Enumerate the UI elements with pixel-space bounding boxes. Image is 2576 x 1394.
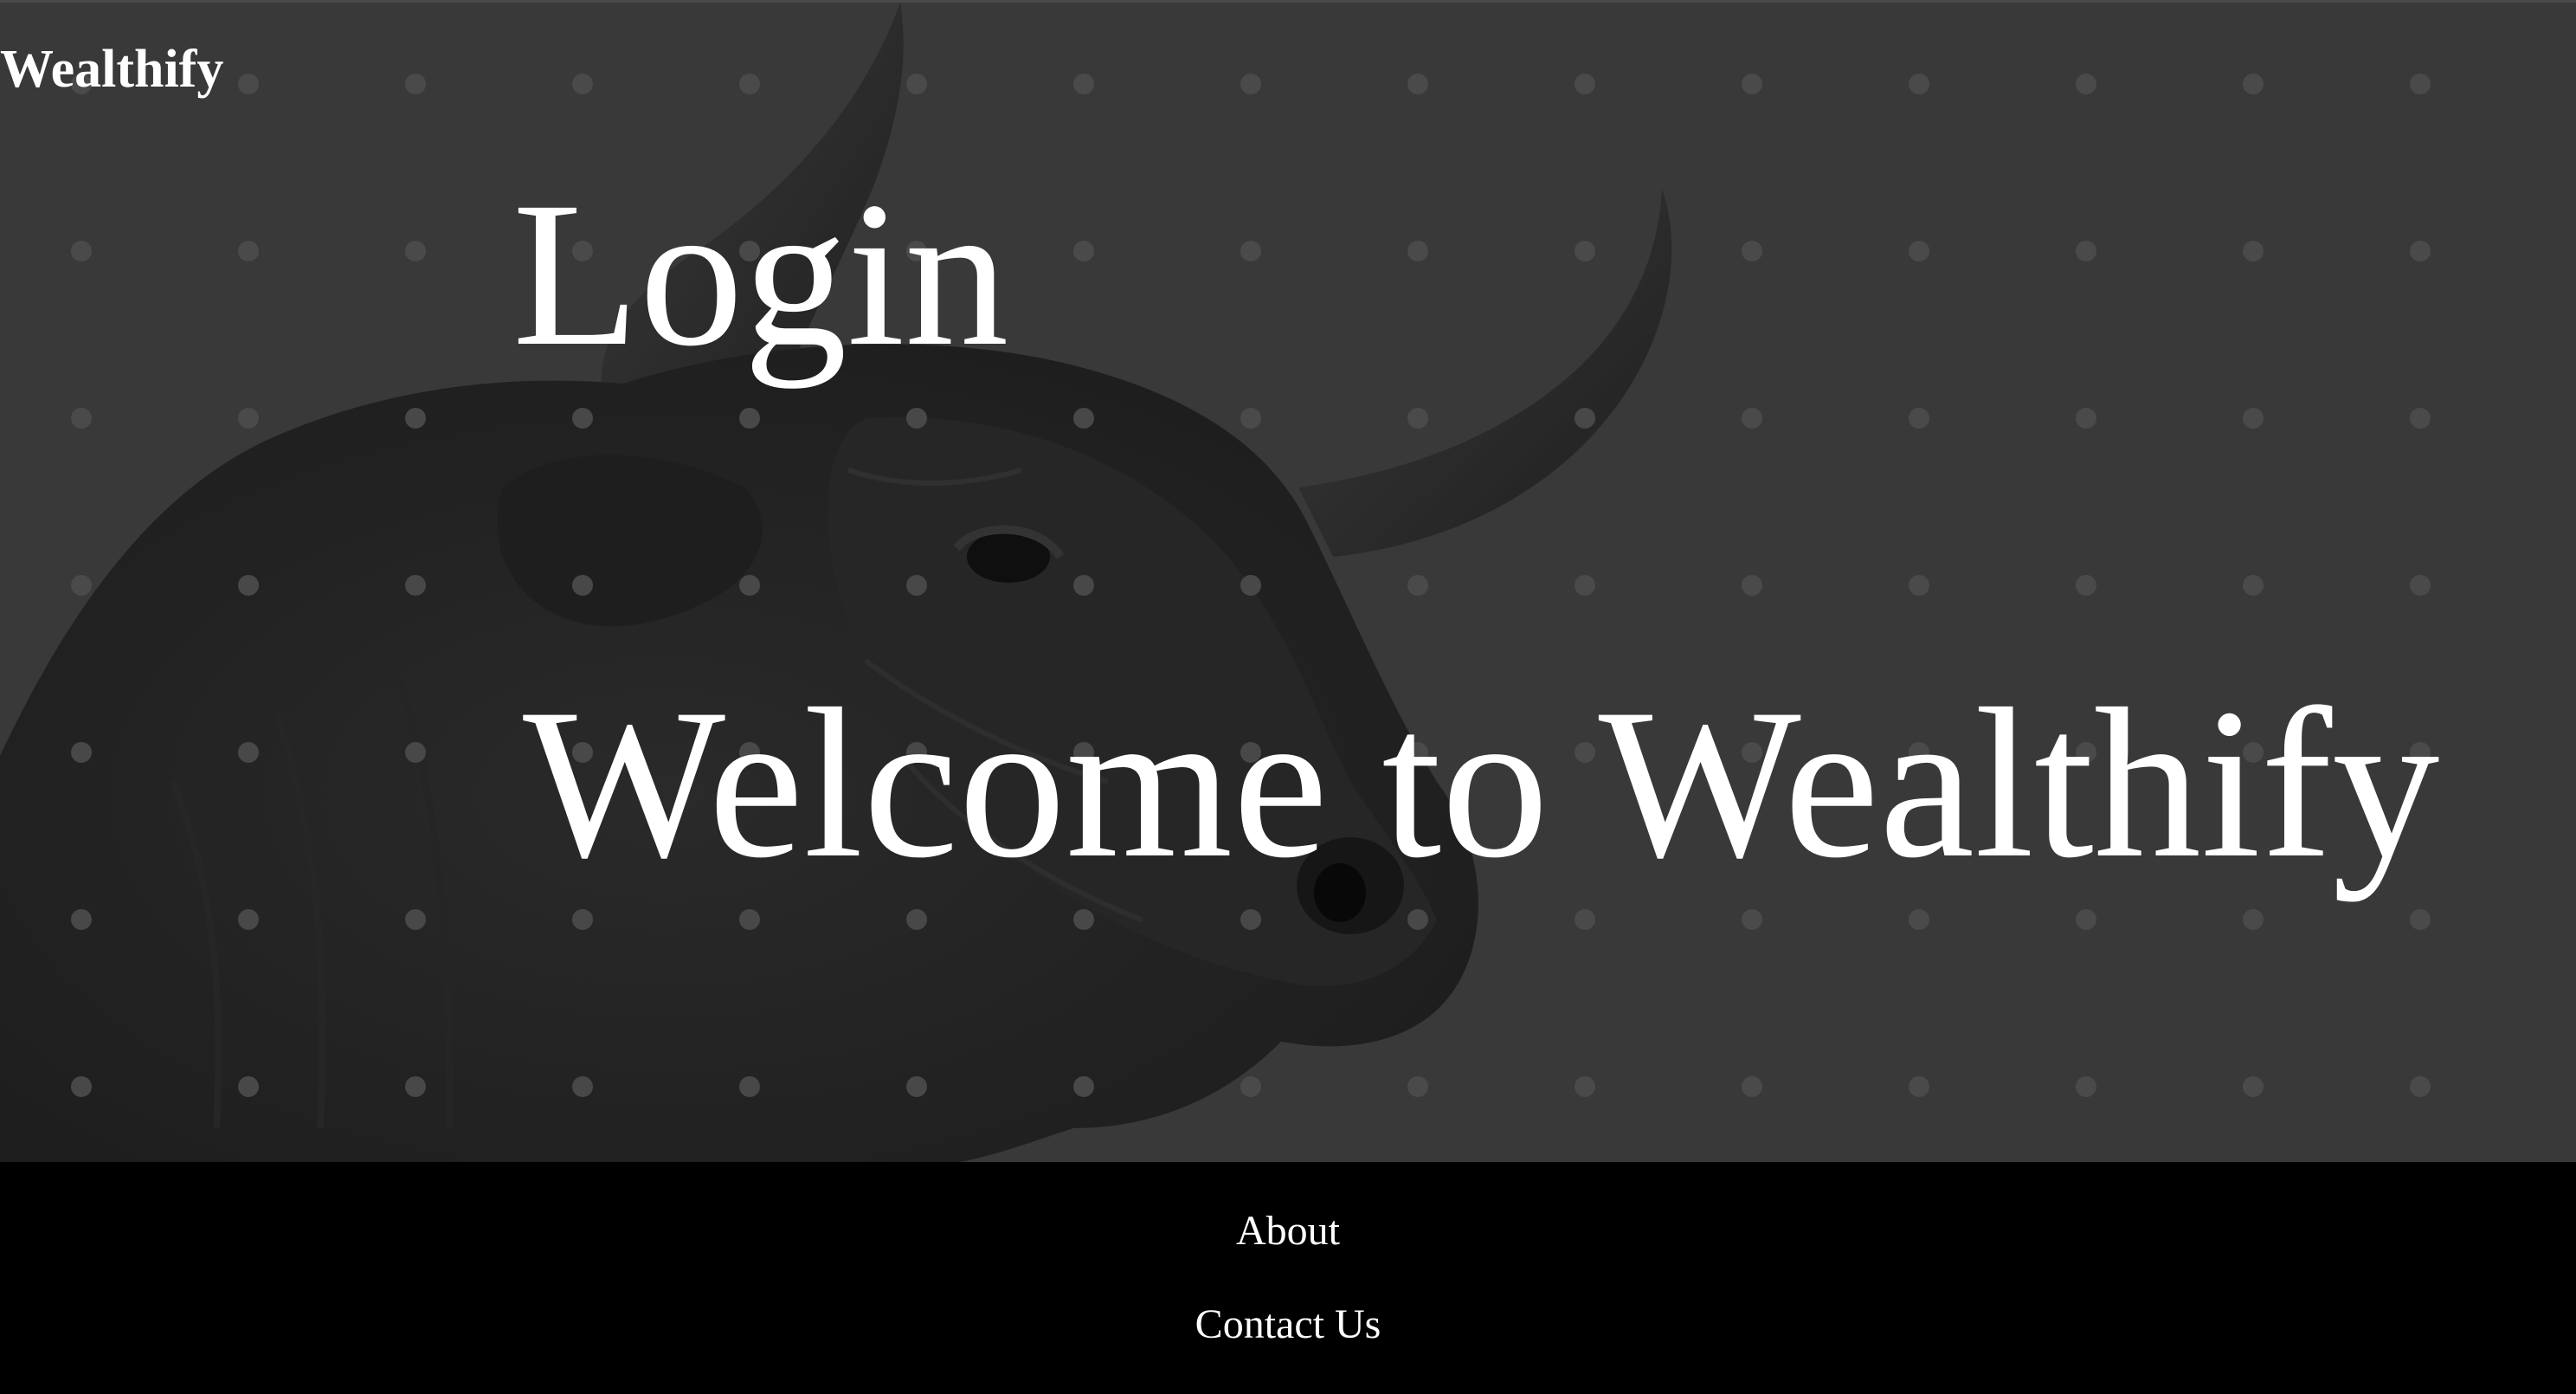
hero-section (0, 0, 2576, 1162)
bull-photo (0, 3, 1672, 1162)
about-link[interactable]: About (0, 1207, 2576, 1255)
footer (0, 1162, 2576, 1394)
brand-logo[interactable]: Wealthify (0, 38, 223, 100)
contact-us-link-label: Contact Us (1195, 1301, 1381, 1347)
hero-headline: Welcome to Wealthify (523, 664, 2440, 902)
landing-page: Wealthify Login Welcome to Wealthify Abo… (0, 0, 2576, 1394)
login-link[interactable]: Login (512, 161, 1008, 386)
about-link-label: About (1236, 1208, 1340, 1254)
contact-us-link[interactable]: Contact Us (0, 1300, 2576, 1349)
